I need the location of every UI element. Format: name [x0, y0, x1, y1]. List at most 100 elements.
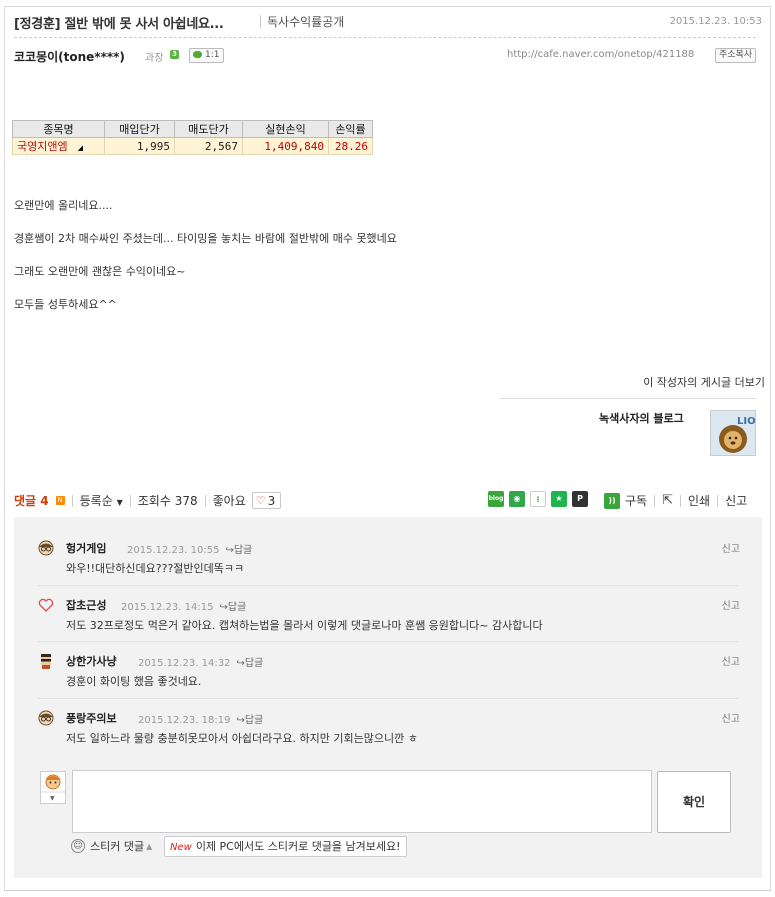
user-avatar-icon: ▼ — [41, 774, 65, 802]
comment-label: 댓글 — [14, 494, 37, 508]
post-date: 2015.12.23. 10:53 — [669, 16, 762, 27]
author-posts-link[interactable]: 이 작성자의 게시글 더보기 — [643, 374, 765, 390]
comment-author[interactable]: 상한가사냥 — [66, 653, 117, 669]
glasses-avatar-icon — [38, 540, 54, 556]
comment-divider — [38, 641, 738, 642]
stock-name: 국영지앤엠 — [17, 140, 68, 153]
comment-date: 2015.12.23. 14:15 — [121, 602, 214, 613]
chat-button[interactable]: 1:1 — [189, 48, 225, 63]
comment-report-button[interactable]: 신고 — [722, 597, 740, 612]
col-header-name: 종목명 — [12, 120, 105, 138]
reply-button[interactable]: ↪답글 — [219, 602, 246, 613]
divider — [680, 494, 681, 507]
sticker-tip: New 이제 PC에서도 스티커로 댓글을 남겨보세요! — [164, 836, 407, 857]
col-header-buy: 매입단가 — [104, 120, 175, 138]
comment-date: 2015.12.23. 18:19 — [138, 715, 231, 726]
blog-thumbnail[interactable]: LIO — [710, 410, 756, 456]
post-category-link[interactable]: 독사수익률공개 — [267, 13, 344, 30]
submit-comment-button[interactable]: 확인 — [657, 771, 731, 833]
col-header-sell: 매도단가 — [174, 120, 243, 138]
report-button[interactable]: 신고 — [725, 492, 747, 509]
comment-date: 2015.12.23. 10:55 — [127, 545, 220, 556]
sunglasses-avatar-icon — [38, 653, 54, 669]
post-url[interactable]: http://cafe.naver.com/onetop/421188 — [507, 49, 694, 60]
writer-avatar[interactable]: ▼ — [40, 771, 66, 804]
reply-button[interactable]: ↪답글 — [236, 658, 263, 669]
post-stats-bar: 댓글 4 N 등록순 ▼ 조회수 378 좋아요 ♡ 3 — [14, 492, 282, 509]
share-icon[interactable]: ⇱ — [662, 493, 673, 508]
comment-text: 저도 32프로정도 먹은거 같아요. 캡쳐하는법을 몰라서 이렇게 댓글로나마 … — [66, 619, 543, 632]
svg-text:LIO: LIO — [737, 416, 756, 427]
comment-meta: 2015.12.23. 18:19 ↪답글 — [138, 711, 263, 726]
comment-date: 2015.12.23. 14:32 — [138, 658, 231, 669]
sort-label: 등록순 — [79, 494, 113, 508]
comment-meta: 2015.12.23. 10:55 ↪답글 — [127, 541, 252, 556]
rss-icon: )) — [604, 492, 620, 509]
like-label: 좋아요 — [212, 494, 246, 508]
memo-share-icon[interactable]: ⁝ — [530, 491, 546, 507]
table-header-row: 종목명 매입단가 매도단가 실현손익 손익률 — [12, 120, 373, 138]
chat-bubble-icon — [193, 51, 202, 58]
col-header-rate: 손익률 — [328, 120, 373, 138]
comment-author[interactable]: 풍랑주의보 — [66, 710, 117, 726]
lion-icon: LIO — [711, 411, 756, 455]
title-divider — [260, 15, 261, 28]
chevron-down-icon: ▼ — [116, 498, 123, 507]
blog-link[interactable]: 녹색사자의 블로그 — [599, 410, 684, 426]
heart-icon: ♡ — [255, 494, 266, 507]
comment-report-button[interactable]: 신고 — [722, 540, 740, 555]
cell-sell-price: 2,567 — [174, 137, 243, 155]
comment-author[interactable]: 헝거게임 — [66, 540, 106, 556]
cell-profit: 1,409,840 — [242, 137, 329, 155]
rank-level-icon: 3 — [170, 50, 179, 59]
comment-toggle[interactable]: 댓글 4 — [14, 492, 49, 509]
comment-meta: 2015.12.23. 14:15 ↪답글 — [121, 598, 246, 613]
body-line: 경훈쌤이 2차 매수싸인 주셨는데... 타이밍을 놓치는 바람에 절반밖에 매… — [14, 232, 397, 245]
like-count: 3 — [267, 493, 276, 508]
author-name[interactable]: 코코몽이(tone****) — [14, 48, 125, 65]
blog-share-icon[interactable]: blog — [488, 491, 504, 507]
like-button[interactable]: ♡ 3 — [251, 492, 282, 509]
copy-url-button[interactable]: 주소복사 — [715, 48, 757, 63]
divider — [129, 494, 131, 507]
band-share-icon[interactable]: P — [572, 491, 588, 507]
comment-text: 경훈이 화이팅 했음 좋것네요. — [66, 675, 202, 688]
subscribe-button[interactable]: 구독 — [625, 492, 647, 509]
comment-count: 4 — [40, 494, 49, 508]
heart-avatar-icon — [38, 597, 54, 613]
post-title[interactable]: [정경훈] 절반 밖에 못 사서 아쉽네요... — [14, 13, 224, 32]
cell-buy-price: 1,995 — [104, 137, 175, 155]
body-line: 오랜만에 올리네요.... — [14, 199, 113, 212]
reply-button[interactable]: ↪답글 — [236, 715, 263, 726]
comment-text: 저도 일하느라 물량 충분히못모아서 아쉽더라구요. 하지만 기회는많으니깐 ㅎ — [66, 732, 418, 745]
comment-report-button[interactable]: 신고 — [722, 710, 740, 725]
sticker-comment-toggle[interactable]: ☺ 스티커 댓글 ▲ — [71, 838, 152, 854]
views-label: 조회수 — [137, 494, 171, 508]
body-line: 모두들 성투하세요^^ — [14, 298, 117, 311]
reply-label: 답글 — [244, 658, 264, 669]
comment-author[interactable]: 잡초근성 — [66, 597, 106, 613]
dropdown-triangle-icon: ◢ — [77, 144, 83, 152]
reply-label: 답글 — [227, 602, 247, 613]
print-button[interactable]: 인쇄 — [688, 492, 710, 509]
comment-report-button[interactable]: 신고 — [722, 653, 740, 668]
cell-rate: 28.26 — [328, 137, 373, 155]
tip-text: 이제 PC에서도 스티커로 댓글을 남겨보세요! — [195, 840, 401, 853]
stock-result-table: 종목명 매입단가 매도단가 실현손익 손익률 국영지앤엠 ◢ 1,995 2,56… — [12, 120, 373, 155]
sort-dropdown[interactable]: 등록순 ▼ — [80, 492, 123, 509]
body-line: 그래도 오랜만에 괜찮은 수익이네요~ — [14, 265, 186, 278]
svg-text:▼: ▼ — [50, 795, 55, 802]
divider — [654, 494, 656, 507]
cafe-share-icon[interactable]: ◉ — [509, 491, 525, 507]
reply-label: 답글 — [233, 545, 253, 556]
cell-stock-name: 국영지앤엠 ◢ — [12, 137, 105, 155]
bookmark-share-icon[interactable]: ★ — [551, 491, 567, 507]
reply-button[interactable]: ↪답글 — [225, 545, 252, 556]
comment-input[interactable] — [72, 770, 652, 833]
comment-divider — [38, 698, 738, 699]
views-count: 378 — [174, 493, 198, 508]
blog-divider — [500, 398, 756, 399]
new-comment-icon: N — [55, 496, 65, 505]
post-tools: )) 구독 ⇱ 인쇄 신고 — [604, 492, 747, 509]
glasses-avatar-icon — [38, 710, 54, 726]
